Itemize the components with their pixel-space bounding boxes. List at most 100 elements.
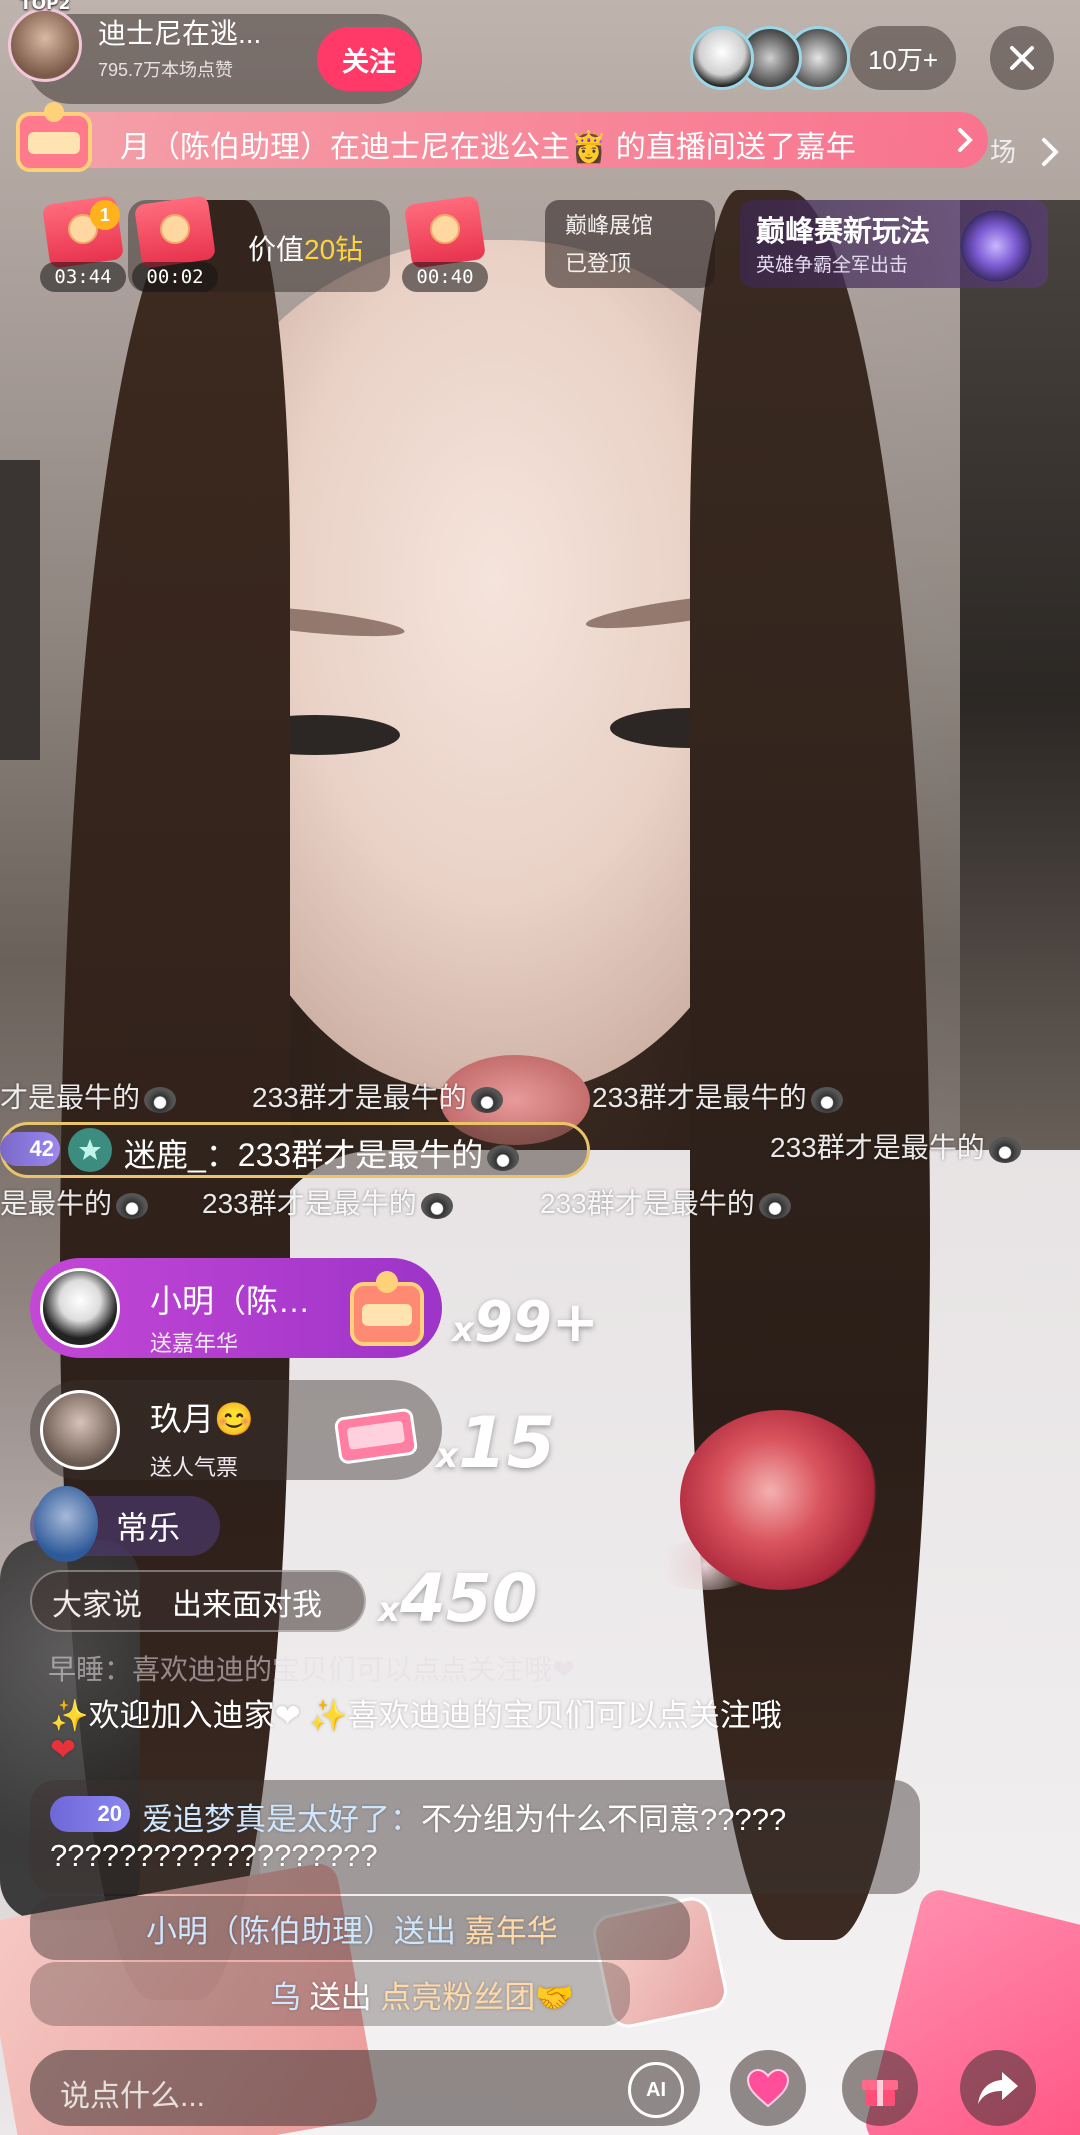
chat-username[interactable]: 乌 [270,1980,301,2015]
chat-welcome-heart: ❤ [50,1732,76,1768]
close-button[interactable] [990,26,1054,90]
value-chip-label: 价值20钻 [248,228,363,268]
banner-tail-text: 场 [990,137,1017,167]
user-level-badge: 20 [50,1796,130,1832]
combo-value: 99+ [473,1290,599,1355]
red-packet-timer: 00:02 [132,262,218,292]
combo-value: 450 [399,1560,538,1637]
chat-action: 送出 [309,1980,372,2015]
danmaku-item: 233群才是最牛的 [252,1076,503,1116]
chat-gift-name: 点亮粉丝团🤝 [380,1980,574,2015]
danmaku-text: 才是最牛的 [0,1082,141,1113]
gift-combo-count: x99+ [452,1290,599,1355]
follow-button[interactable]: 关注 [317,27,421,91]
peak-emblem-icon [960,210,1032,282]
chat-text: 不分组为什么不同意????? [421,1802,787,1837]
danmaku-item: 233群才是最牛的 [540,1182,791,1222]
red-packet-count-badge: 1 [90,200,120,230]
red-packet-timer: 00:40 [402,262,488,292]
heart-icon: ❤ [50,1732,76,1767]
user-entry-name: 常乐 [116,1510,181,1546]
star-badge-icon [68,1128,112,1172]
host-name[interactable]: 迪士尼在逃... [98,12,261,52]
danmaku-item: 233群才是最牛的 [592,1076,843,1116]
viewer-avatar[interactable] [690,26,754,90]
cat-emoji-icon [988,1136,1021,1163]
close-icon [1010,46,1034,70]
chat-gift-name: 嘉年华 [464,1914,558,1949]
highlighted-comment-text: 迷鹿_：233群才是最牛的 [124,1130,520,1176]
danmaku-item: 才是最牛的 [0,1076,177,1116]
red-packet[interactable]: 00:02 [132,195,218,292]
cat-emoji-icon [144,1086,177,1113]
more-chevron-icon[interactable] [1036,134,1064,170]
red-packet-seal [430,214,460,244]
everyone-says-count: x450 [378,1560,538,1637]
chat-username[interactable]: 小明（陈伯助理）送出 [146,1914,456,1949]
danmaku-text: 233群才是最牛的 [202,1188,417,1219]
cat-emoji-icon [470,1086,503,1113]
chat-username[interactable]: 爱追梦真是太好了： [142,1802,421,1837]
room-background-left [0,460,40,760]
fan-level-badge: 42 [0,1132,60,1166]
danmaku-item: 233群才是最牛的 [202,1182,453,1222]
chat-gift-line: 小明（陈伯助理）送出 嘉年华 [146,1906,558,1951]
chat-message-line-2: ??????????????????? [50,1838,378,1873]
host-likes-count: 795.7万本场点赞 [98,60,234,80]
danmaku-text: 233群才是最牛的 [770,1132,985,1163]
share-arrow-icon [978,2072,1018,2104]
gift-sender-avatar[interactable] [40,1390,120,1470]
chat-message-line: 爱追梦真是太好了：不分组为什么不同意????? [142,1794,786,1839]
rose-gift-effect [680,1410,880,1590]
cat-emoji-icon [810,1086,843,1113]
pinnacle-hall-title: 巅峰展馆 [565,213,654,238]
gift-button[interactable] [842,2050,918,2126]
combo-value: 15 [457,1402,556,1484]
gift-combo-count: x15 [436,1402,556,1484]
cat-emoji-icon [116,1192,149,1219]
value-amount: 20钻 [304,234,364,265]
pinnacle-hall-status: 已登顶 [565,251,632,276]
popularity-ticket-icon [334,1408,418,1464]
danmaku-text: 是最牛的 [0,1188,113,1219]
value-prefix: 价值 [248,234,305,265]
gift-sender-avatar[interactable] [40,1268,120,1348]
gift-box-icon [862,2080,898,2106]
ai-button[interactable]: AI [628,2062,684,2118]
chevron-right-icon[interactable] [950,122,980,158]
heart-icon [746,2068,790,2108]
peak-event-subtitle: 英雄争霸全军出击 [756,255,909,276]
share-button[interactable] [960,2050,1036,2126]
red-packet-seal [160,214,190,244]
like-button[interactable] [730,2050,806,2126]
danmaku-text: 233群才是最牛的 [252,1082,467,1113]
host-avatar[interactable] [8,8,82,82]
chat-fanclub-line: 乌 送出 点亮粉丝团🤝 [270,1972,574,2017]
everyone-says-text: 出来面对我 [172,1589,322,1622]
gift-broadcast-banner[interactable]: 月（陈伯助理）在迪士尼在逃公主👸 的直播间送了嘉年 [28,112,988,168]
cat-emoji-icon [420,1192,453,1219]
danmaku-item: 是最牛的 [0,1182,149,1222]
user-avatar[interactable] [34,1486,98,1562]
peak-event-title: 巅峰赛新玩法 [756,216,931,248]
gift-banner-text: 月（陈伯助理）在迪士尼在逃公主👸 的直播间送了嘉年 [120,131,856,164]
rank-badge: TOP2 [20,0,71,14]
everyone-says-label: 大家说 [52,1589,142,1622]
gift-sender-name: 小明（陈… [150,1283,311,1319]
viewer-count[interactable]: 10万+ [850,26,956,90]
red-packet[interactable]: 00:40 [402,195,488,292]
danmaku-text: 233群才是最牛的 [592,1082,807,1113]
comment-input-placeholder: 说点什么... [60,2080,206,2113]
cat-emoji-icon [758,1192,791,1219]
highlight-text: 迷鹿_：233群才是最牛的 [124,1137,484,1173]
danmaku-item: 233群才是最牛的 [770,1126,1021,1166]
gift-action: 送嘉年华 [150,1331,239,1356]
gift-sender-name: 玖月😊 [150,1401,254,1437]
chat-welcome-line: ✨欢迎加入迪家❤ ✨喜欢迪迪的宝贝们可以点关注哦 [50,1698,782,1733]
red-packet-timer: 03:44 [40,262,126,292]
cat-emoji-icon [487,1144,520,1171]
carnival-gift-icon [16,102,92,172]
carnival-gift-icon [350,1271,424,1346]
gift-action: 送人气票 [150,1455,239,1480]
danmaku-text: 233群才是最牛的 [540,1188,755,1219]
